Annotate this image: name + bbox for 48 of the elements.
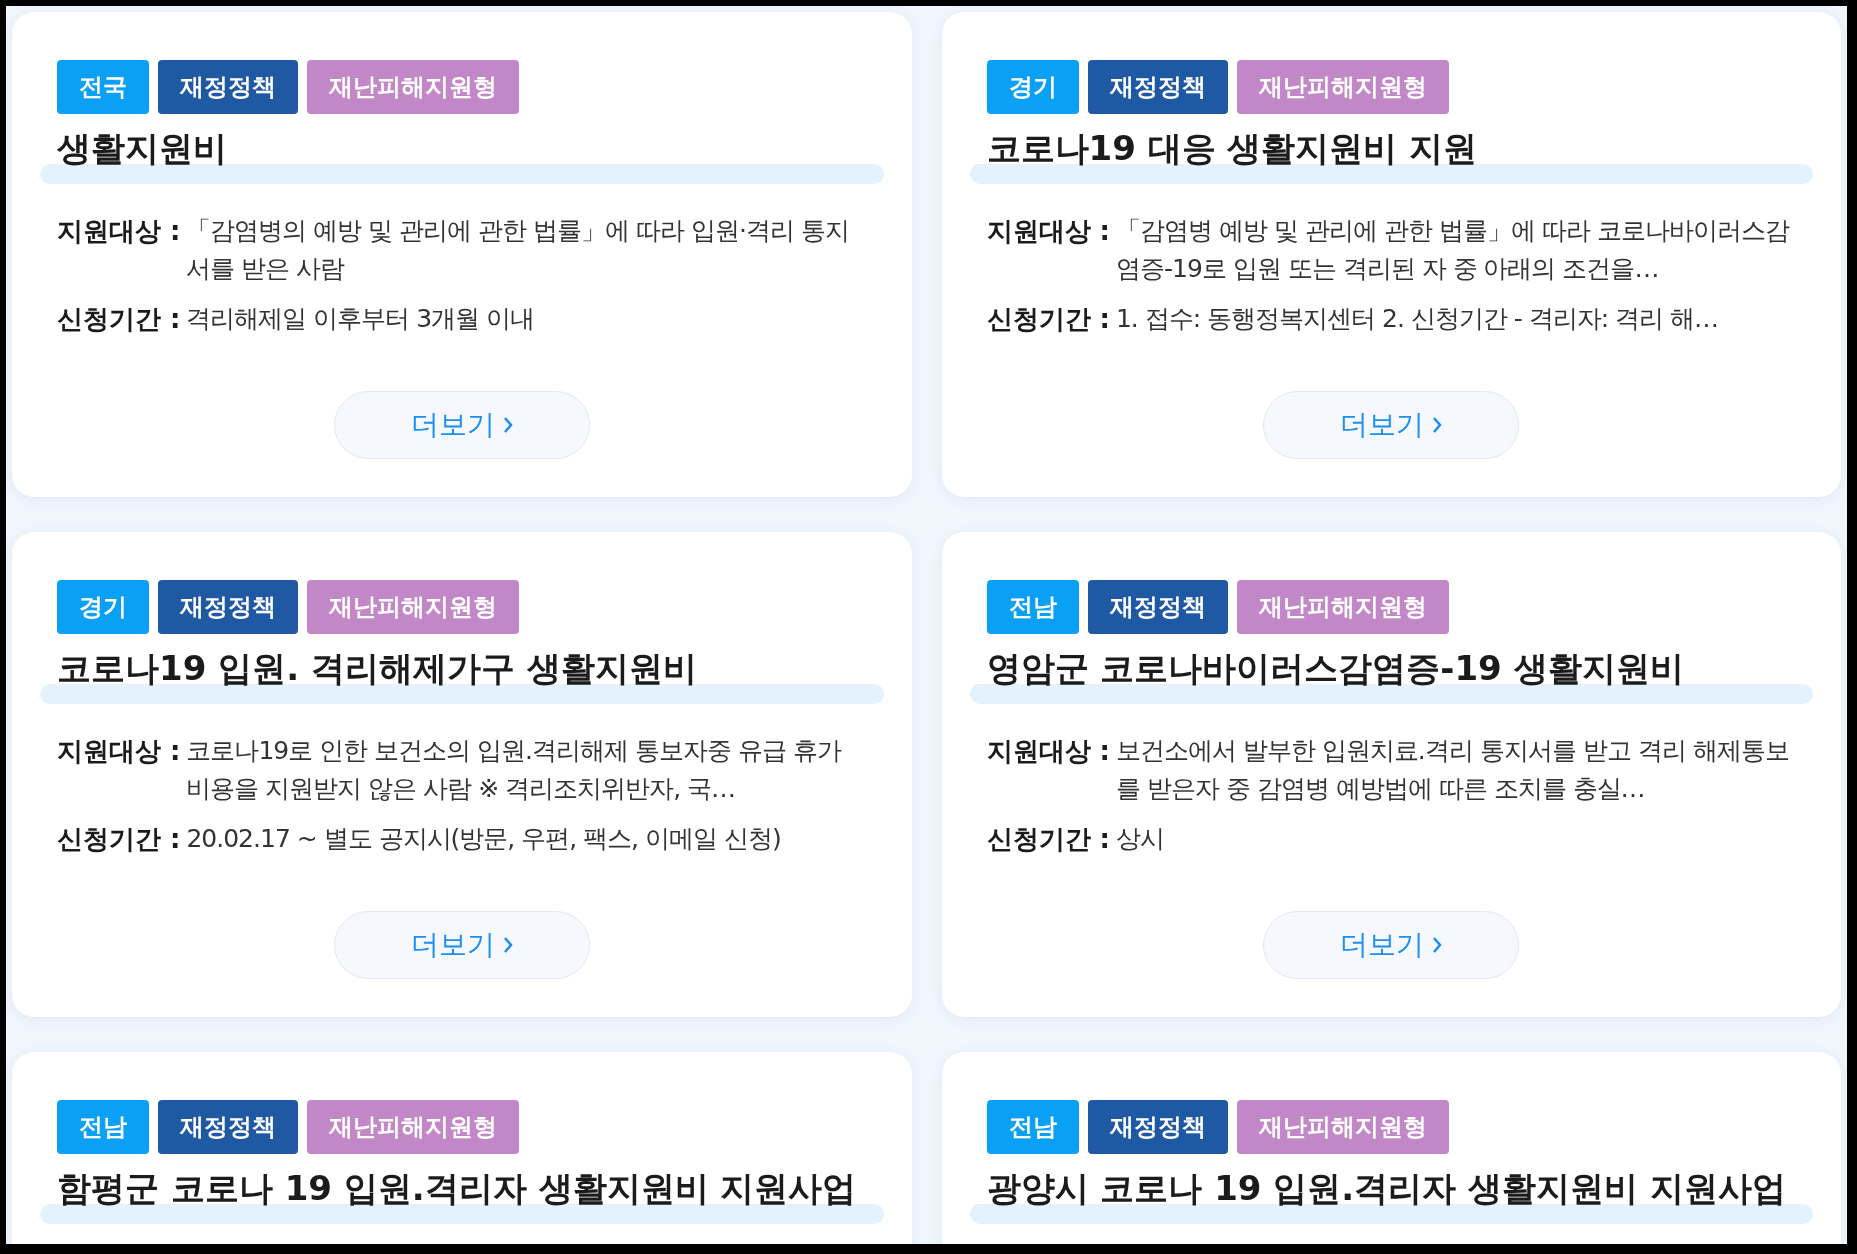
tag: 전남: [986, 1100, 1079, 1154]
field-value: 상시: [1115, 823, 1165, 855]
more-button[interactable]: 더보기: [333, 391, 590, 459]
tag: 경기: [57, 580, 149, 634]
tag: 재난피해지원형: [307, 580, 519, 634]
field-label: 신청기간 :: [986, 823, 1110, 856]
more-button[interactable]: 더보기: [1263, 391, 1520, 459]
chevron-right-icon: [1432, 416, 1443, 434]
card-title: 광양시 코로나 19 입원.격리자 생활지원비 지원사업: [986, 1167, 1786, 1210]
field-label: 신청기간 :: [57, 823, 181, 856]
field-label: 지원대상 :: [57, 215, 181, 248]
field-value: 20.02.17 ~ 별도 공지시(방문, 우편, 팩스, 이메일 신청): [186, 823, 782, 855]
tag: 재난피해지원형: [1236, 1100, 1449, 1154]
tag: 전국: [57, 60, 149, 114]
card-title: 영암군 코로나바이러스감염증-19 생활지원비: [986, 647, 1684, 690]
tag: 재난피해지원형: [1236, 60, 1449, 114]
tag: 전남: [57, 1100, 149, 1154]
tag: 전남: [986, 580, 1079, 634]
field-value: 「감염병의 예방 및 관리에 관한 법률」에 따라 입원·격리 통지서를 받은 사람: [186, 215, 850, 285]
more-button[interactable]: 더보기: [1263, 911, 1520, 979]
chevron-right-icon: [1432, 936, 1443, 954]
tag: 재정정책: [1087, 1100, 1228, 1154]
field-label: 지원대상 :: [57, 735, 181, 768]
chevron-right-icon: [502, 416, 513, 434]
more-button[interactable]: 더보기: [333, 911, 590, 979]
field-label: 신청기간 :: [986, 303, 1110, 336]
tag: 재정정책: [1087, 580, 1228, 634]
tag: 재정정책: [158, 60, 298, 114]
field-value: 격리해제일 이후부터 3개월 이내: [186, 303, 536, 335]
tag: 재난피해지원형: [1236, 580, 1449, 634]
card-title: 생활지원비: [57, 127, 227, 170]
card-title: 코로나19 대응 생활지원비 지원: [986, 127, 1478, 170]
chevron-right-icon: [502, 936, 513, 954]
field-label: 지원대상 :: [986, 735, 1110, 768]
tag: 경기: [986, 60, 1079, 114]
field-label: 지원대상 :: [986, 215, 1110, 248]
field-value: 보건소에서 발부한 입원치료.격리 통지서를 받고 격리 해제통보를 받은자 중 감염병 예방법에 따른 조치를 충실…: [1115, 735, 1790, 805]
field-value: 1. 접수: 동행정복지센터 2. 신청기간 - 격리자: 격리 해…: [1115, 303, 1720, 335]
field-value: 코로나19로 인한 보건소의 입원.격리해제 통보자중 유급 휴가비용을 지원받지 않은 사람 ※ 격리조치위반자, 국…: [186, 735, 843, 805]
tag: 재정정책: [158, 580, 298, 634]
tag: 재난피해지원형: [307, 60, 519, 114]
card-title: 함평군 코로나 19 입원.격리자 생활지원비 지원사업: [57, 1167, 857, 1210]
field-label: 신청기간 :: [57, 303, 181, 336]
field-value: 「감염병 예방 및 관리에 관한 법률」에 따라 코로나바이러스감염증-19로 입원 또는 격리된 자 중 아래의 조건을…: [1115, 215, 1791, 285]
tag: 재정정책: [1087, 60, 1228, 114]
tag: 재정정책: [158, 1100, 298, 1154]
tag: 재난피해지원형: [307, 1100, 519, 1154]
card-title: 코로나19 입원. 격리해제가구 생활지원비: [57, 647, 697, 690]
